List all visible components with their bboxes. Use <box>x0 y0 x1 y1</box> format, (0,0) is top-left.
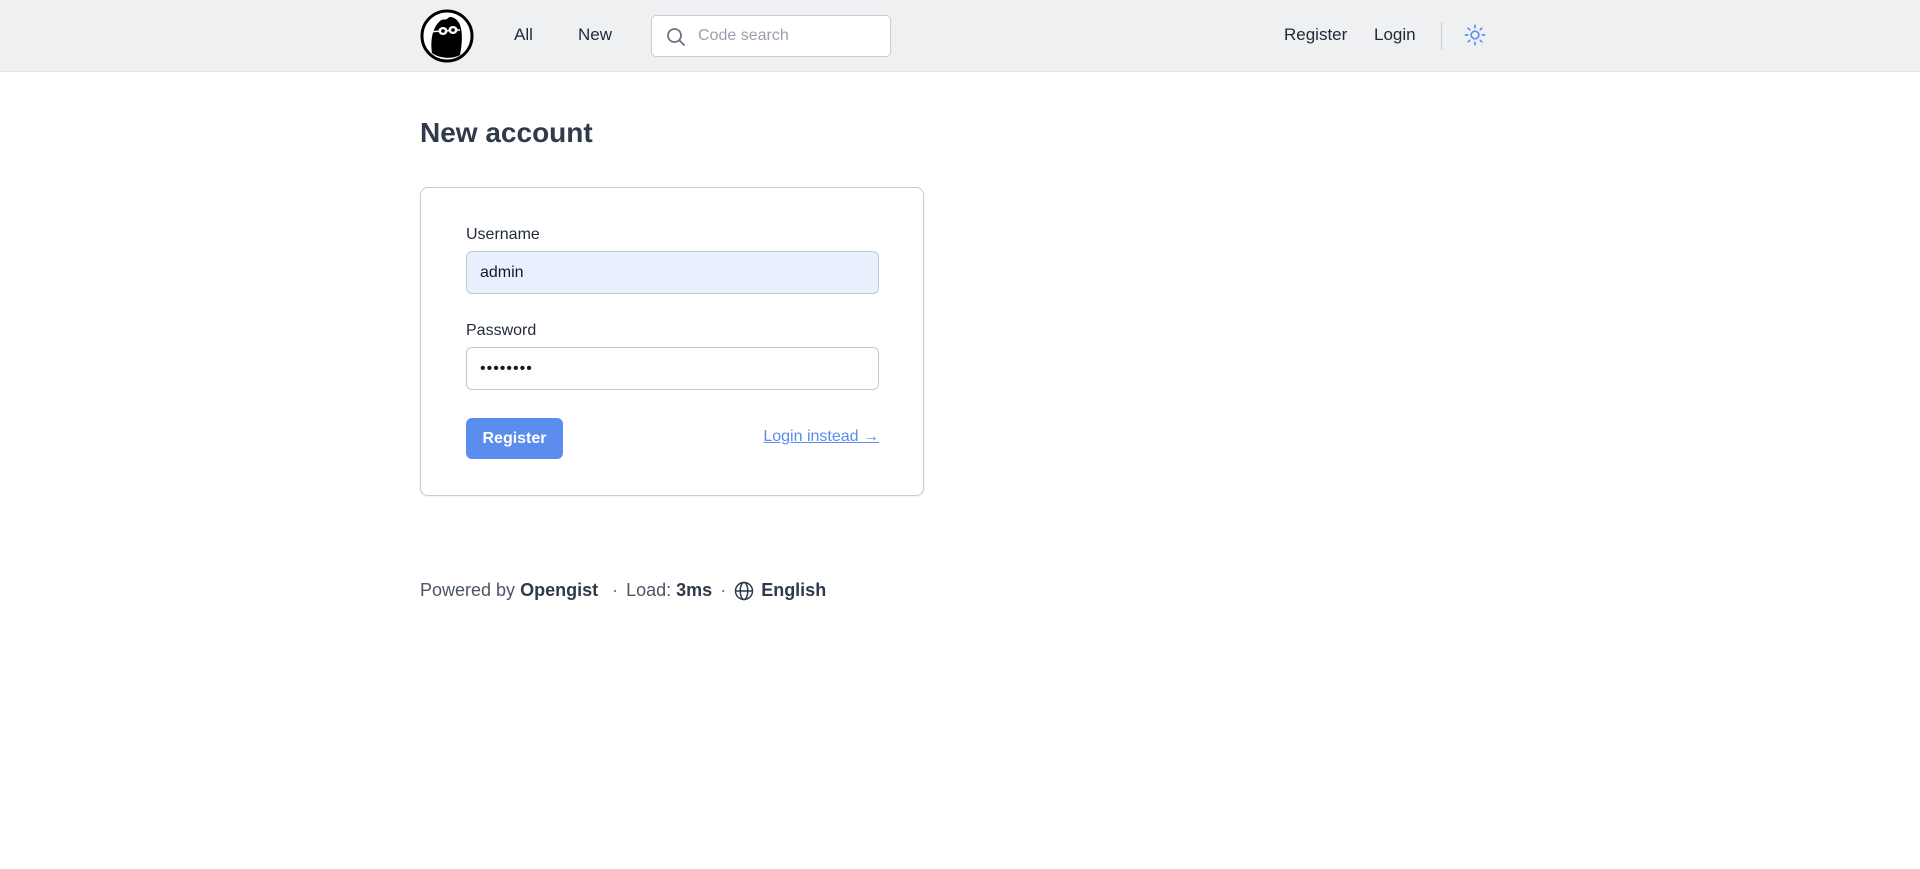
register-form-card: Username Password Register Login instead… <box>420 187 924 496</box>
language-selector[interactable]: English <box>734 580 826 601</box>
nav-all-link[interactable]: All <box>514 25 533 45</box>
footer-separator: · <box>612 580 619 600</box>
code-search-input[interactable] <box>698 16 883 56</box>
username-label: Username <box>466 226 540 243</box>
code-search-box[interactable] <box>651 15 891 57</box>
powered-by-text: Powered by <box>420 580 516 600</box>
globe-icon <box>734 581 754 600</box>
sun-icon[interactable] <box>1464 24 1486 46</box>
language-label: English <box>761 580 827 600</box>
nav-new-link[interactable]: New <box>578 25 612 45</box>
password-input[interactable] <box>466 347 879 390</box>
password-label: Password <box>466 322 537 339</box>
opengist-brand-link[interactable]: Opengist <box>520 580 598 601</box>
opengist-logo-icon[interactable] <box>420 9 474 63</box>
load-time-value: 3ms <box>676 580 713 600</box>
login-instead-link[interactable]: Login instead → <box>763 428 879 446</box>
top-navbar: All New Register Login <box>0 0 1920 72</box>
username-input[interactable] <box>466 251 879 294</box>
register-nav-link[interactable]: Register <box>1284 25 1347 45</box>
search-icon <box>667 28 685 46</box>
page-title: New account <box>420 117 593 148</box>
load-label: Load: <box>626 580 672 600</box>
nav-divider <box>1441 22 1442 50</box>
footer-separator: · <box>720 580 727 600</box>
footer: Powered by Opengist · Load: 3ms · Englis… <box>420 580 826 601</box>
login-nav-link[interactable]: Login <box>1374 25 1416 45</box>
register-submit-button[interactable]: Register <box>466 418 563 459</box>
